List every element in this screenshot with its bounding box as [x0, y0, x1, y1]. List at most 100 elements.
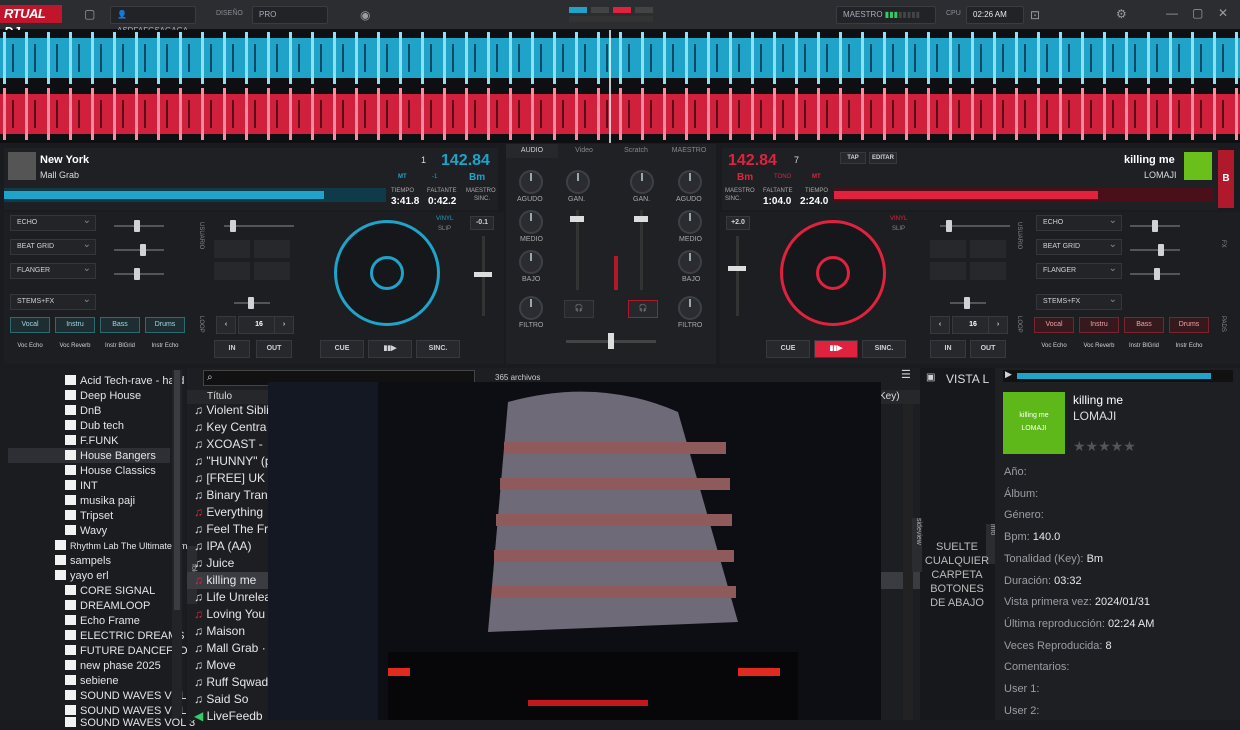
right-loop-in[interactable]: IN	[930, 340, 966, 358]
menu-icon[interactable]: ▢	[84, 7, 95, 21]
right-side-usuario[interactable]: USUARIO	[1016, 222, 1022, 249]
volume-fader-left[interactable]	[570, 210, 584, 290]
right-fx-1-select[interactable]: ECHO	[1036, 214, 1122, 231]
folder-item[interactable]: Acid Tech-rave - hard	[80, 374, 184, 388]
left-pitch-slider[interactable]	[474, 236, 492, 316]
left-vinyl[interactable]: VINYL	[436, 216, 453, 222]
close-icon[interactable]: ✕	[1218, 6, 1228, 20]
tab-master[interactable]: MAESTRO	[662, 144, 716, 158]
left-stem-instru[interactable]: Instru	[55, 317, 95, 333]
info-field[interactable]: User 2:	[1004, 705, 1039, 717]
right-loop-double[interactable]: ›	[988, 316, 1008, 334]
folder-item[interactable]: sampels	[70, 554, 111, 568]
info-field[interactable]: Comentarios:	[1004, 661, 1069, 673]
eq-high-right-knob[interactable]	[678, 170, 702, 194]
tab-audio[interactable]: AUDIO	[506, 144, 558, 158]
right-pad-1[interactable]	[930, 240, 966, 258]
left-side-usuario[interactable]: USUARIO	[198, 222, 204, 249]
right-pad-2[interactable]	[970, 240, 1006, 258]
right-sync-button[interactable]: SINC.	[862, 340, 906, 358]
left-loop-half[interactable]: ‹	[216, 316, 236, 334]
info-field[interactable]: Vista primera vez: 2024/01/31	[1004, 596, 1150, 608]
eq-mid-right-knob[interactable]	[678, 210, 702, 234]
right-fx-2-slider[interactable]	[1130, 244, 1180, 256]
left-fx-1-select[interactable]: ECHO	[10, 214, 96, 231]
folder-item[interactable]: new phase 2025	[80, 659, 161, 673]
info-field[interactable]: User 1:	[1004, 683, 1039, 695]
tab-video[interactable]: Video	[558, 144, 610, 158]
right-pad-3[interactable]	[930, 262, 966, 280]
track-row[interactable]: ♫ IPA (AA)	[194, 538, 251, 554]
gear-icon[interactable]: ⚙	[1116, 7, 1127, 21]
folder-item[interactable]: Echo Frame	[80, 614, 140, 628]
info-field[interactable]: Tonalidad (Key): Bm	[1004, 553, 1103, 565]
right-side-loop[interactable]: LOOP	[1016, 316, 1022, 333]
left-stem-fx-3[interactable]: Instr BlGrid	[100, 343, 140, 349]
left-loop-double[interactable]: ›	[274, 316, 294, 334]
left-fx-1-slider[interactable]	[114, 220, 164, 232]
left-pad-2[interactable]	[254, 240, 290, 258]
col-key[interactable]: Key)	[879, 391, 900, 402]
folder-item[interactable]: Rhythm Lab The Ultimate Am	[70, 539, 187, 553]
right-fx-2-select[interactable]: BEAT GRID	[1036, 238, 1122, 255]
tree-scrollbar[interactable]	[172, 370, 182, 718]
left-fx-2-select[interactable]: BEAT GRID	[10, 238, 96, 255]
track-row[interactable]: ♫ Maison	[194, 623, 245, 639]
left-pad-4[interactable]	[254, 262, 290, 280]
left-loop-in[interactable]: IN	[214, 340, 250, 358]
folder-item[interactable]: sebiene	[80, 674, 119, 688]
record-icon[interactable]: ⊡	[1030, 8, 1040, 22]
deck-b-indicator[interactable]: B	[1218, 150, 1234, 208]
maximize-icon[interactable]: ▢	[1192, 6, 1203, 20]
info-field[interactable]: Última reproducción: 02:24 AM	[1004, 618, 1154, 630]
preview-player[interactable]: ▶	[1003, 369, 1233, 382]
filter-right-knob[interactable]	[678, 296, 702, 320]
minimize-icon[interactable]: —	[1166, 6, 1178, 20]
left-pad-1[interactable]	[214, 240, 250, 258]
right-slip[interactable]: SLIP	[892, 226, 905, 232]
left-jogwheel[interactable]	[334, 220, 440, 326]
right-stem-fx-3[interactable]: Instr BlGrid	[1124, 343, 1164, 349]
track-row[interactable]: ♫ Binary Trans	[194, 487, 274, 503]
left-play-button[interactable]: ▮▮▶	[368, 340, 412, 358]
list-menu-icon[interactable]: ☰	[901, 368, 911, 381]
right-side-pads[interactable]: PADS	[1220, 316, 1226, 332]
track-row[interactable]: ♫ Key Centra	[194, 419, 266, 435]
layout-switcher[interactable]	[569, 7, 653, 23]
track-row[interactable]: ♫ "HUNNY" (p	[194, 453, 272, 469]
design-select[interactable]: PRO	[252, 6, 328, 24]
right-loop-out[interactable]: OUT	[970, 340, 1006, 358]
right-vinyl[interactable]: VINYL	[890, 216, 907, 222]
track-row[interactable]: ♫ Move	[194, 657, 236, 673]
folder-item[interactable]: INT	[80, 479, 98, 493]
info-field[interactable]: Año:	[1004, 466, 1027, 478]
info-field[interactable]: Veces Reproducida: 8	[1004, 640, 1112, 652]
right-loop-slider[interactable]	[950, 297, 986, 309]
right-stem-fx-2[interactable]: Voc Reverb	[1079, 343, 1119, 349]
track-row[interactable]: ♫ Said So	[194, 691, 248, 707]
filter-left-knob[interactable]	[519, 296, 543, 320]
right-cue-button[interactable]: CUE	[766, 340, 810, 358]
settings-skin-icon[interactable]: ◉	[360, 8, 370, 22]
eq-mid-left-knob[interactable]	[519, 210, 543, 234]
folder-item[interactable]: Wavy	[80, 524, 107, 538]
left-fx-3-slider[interactable]	[114, 268, 164, 280]
track-row[interactable]: ♫ Feel The Fr	[194, 521, 268, 537]
folder-item[interactable]: yayo erl	[70, 569, 109, 583]
gain-left-knob[interactable]	[566, 170, 590, 194]
info-field[interactable]: Género:	[1004, 509, 1044, 521]
preview-play-icon[interactable]: ▶	[1005, 369, 1012, 380]
headphone-right-button[interactable]: 🎧	[628, 300, 658, 318]
rating-stars[interactable]: ★★★★★	[1073, 438, 1136, 455]
folder-item[interactable]: House Classics	[80, 464, 156, 478]
crossfader[interactable]	[566, 333, 656, 349]
folder-item[interactable]: Tripset	[80, 509, 113, 523]
right-stem-instru[interactable]: Instru	[1079, 317, 1119, 333]
info-field[interactable]: Duración: 03:32	[1004, 575, 1082, 587]
track-row[interactable]: ♫ Everything	[194, 504, 263, 520]
left-cue-button[interactable]: CUE	[320, 340, 364, 358]
gain-right-knob[interactable]	[630, 170, 654, 194]
track-row[interactable]: ♫ Loving You	[194, 606, 265, 622]
left-stem-fx-2[interactable]: Voc Reverb	[55, 343, 95, 349]
left-fx-3-select[interactable]: FLANGER	[10, 262, 96, 279]
